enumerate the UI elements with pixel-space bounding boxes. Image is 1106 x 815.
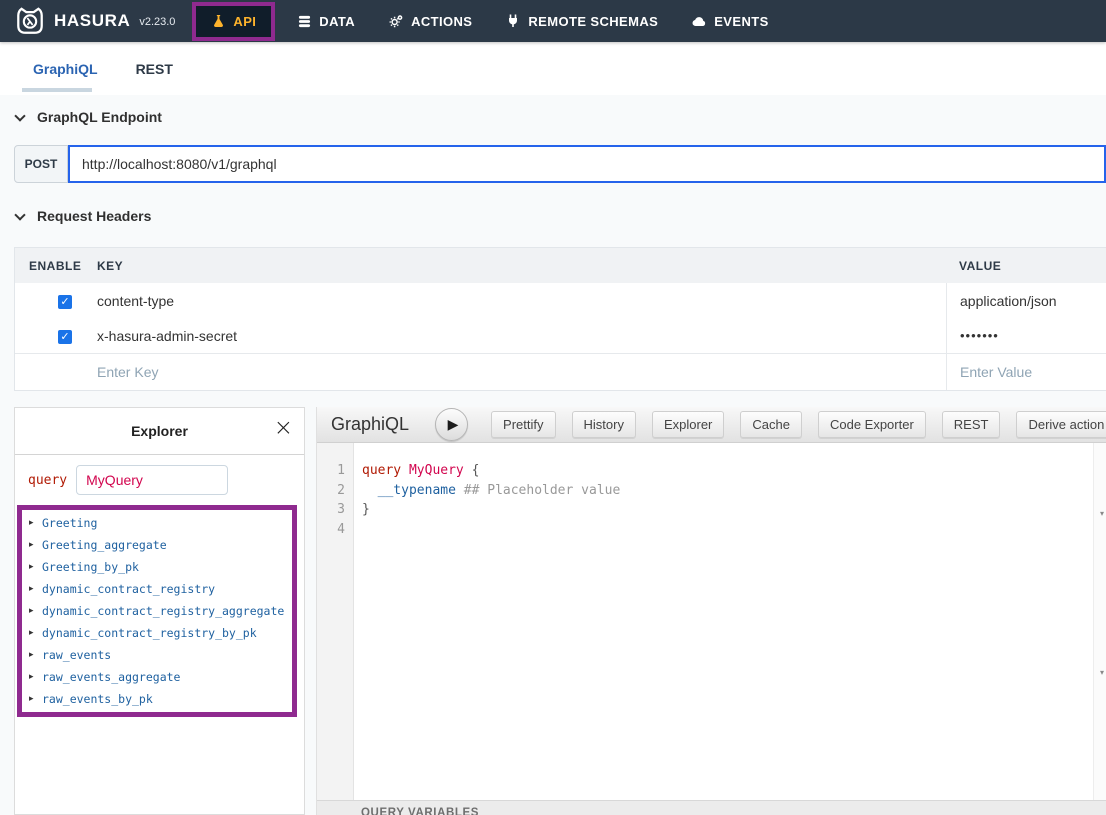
explorer-field-raw-events-by-pk[interactable]: ▸ raw_events_by_pk bbox=[22, 688, 292, 710]
endpoint-row: POST bbox=[14, 145, 1106, 183]
request-headers-section-header: Request Headers bbox=[16, 207, 1106, 225]
header-enabled-checkbox[interactable]: ✓ bbox=[58, 330, 72, 344]
explorer-field-raw-events-aggregate[interactable]: ▸ raw_events_aggregate bbox=[22, 666, 292, 688]
version-label: v2.23.0 bbox=[139, 16, 175, 28]
table-row: ✓ content-type application/json bbox=[15, 283, 1106, 318]
header-enabled-checkbox[interactable]: ✓ bbox=[58, 295, 72, 309]
triangle-right-icon: ▸ bbox=[29, 672, 42, 682]
explorer-field-dynamic-contract-registry-by-pk[interactable]: ▸ dynamic_contract_registry_by_pk bbox=[22, 622, 292, 644]
triangle-right-icon: ▸ bbox=[29, 606, 42, 616]
table-new-header-row bbox=[15, 353, 1106, 390]
explorer-field-greeting[interactable]: ▸ Greeting bbox=[22, 512, 292, 534]
top-navbar: HASURA v2.23.0 API DATA bbox=[0, 0, 1106, 42]
column-header-key: KEY bbox=[97, 259, 946, 273]
header-key-cell[interactable]: x-hasura-admin-secret bbox=[97, 328, 946, 344]
triangle-right-icon: ▸ bbox=[29, 628, 42, 638]
gears-icon bbox=[389, 14, 403, 28]
code-line-2: __typename ## Placeholder value bbox=[362, 481, 1093, 501]
derive-action-button[interactable]: Derive action bbox=[1016, 411, 1106, 438]
nav-item-data[interactable]: DATA bbox=[297, 14, 355, 29]
history-button[interactable]: History bbox=[572, 411, 636, 438]
play-icon: ▶ bbox=[448, 417, 459, 433]
graphiql-pane: GraphiQL ▶ Prettify History Explorer Cac… bbox=[316, 407, 1106, 815]
explorer-field-greeting-by-pk[interactable]: ▸ Greeting_by_pk bbox=[22, 556, 292, 578]
active-tab-underline bbox=[22, 88, 92, 92]
section-title: Request Headers bbox=[37, 208, 151, 224]
code-line-1: query MyQuery { bbox=[362, 461, 1093, 481]
prettify-button[interactable]: Prettify bbox=[491, 411, 555, 438]
cache-button[interactable]: Cache bbox=[740, 411, 802, 438]
cloud-icon bbox=[692, 14, 706, 28]
triangle-right-icon: ▸ bbox=[29, 540, 42, 550]
query-variables-bar[interactable]: QUERY VARIABLES bbox=[317, 800, 1106, 815]
column-header-value: VALUE bbox=[946, 248, 1106, 283]
api-subtabs: GraphiQL REST bbox=[0, 42, 1106, 95]
operation-name-input[interactable] bbox=[76, 465, 228, 495]
code-area[interactable]: query MyQuery { __typename ## Placeholde… bbox=[354, 443, 1093, 800]
header-key-cell[interactable]: content-type bbox=[97, 293, 946, 309]
chevron-down-icon[interactable] bbox=[14, 110, 25, 121]
graphql-endpoint-section-header: GraphQL Endpoint bbox=[16, 108, 1106, 126]
graphiql-explorer-panel: Explorer × query ▸ Greeting ▸ Greeting_a… bbox=[14, 407, 305, 815]
chevron-down-icon[interactable] bbox=[14, 209, 25, 220]
triangle-down-icon: ▾ bbox=[1100, 668, 1104, 677]
column-header-enable: ENABLE bbox=[15, 259, 97, 273]
header-value-cell[interactable]: application/json bbox=[946, 283, 1106, 318]
explorer-field-dynamic-contract-registry-aggregate[interactable]: ▸ dynamic_contract_registry_aggregate bbox=[22, 600, 292, 622]
graphiql-toolbar: GraphiQL ▶ Prettify History Explorer Cac… bbox=[317, 407, 1106, 443]
nav-items: API DATA bbox=[192, 2, 802, 41]
explorer-titlebar: Explorer × bbox=[15, 408, 304, 455]
code-exporter-button[interactable]: Code Exporter bbox=[818, 411, 926, 438]
section-title: GraphQL Endpoint bbox=[37, 109, 162, 125]
table-row: ✓ x-hasura-admin-secret ••••••• bbox=[15, 318, 1106, 353]
plug-icon bbox=[506, 14, 520, 28]
hasura-logo-icon[interactable] bbox=[15, 6, 45, 36]
triangle-right-icon: ▸ bbox=[29, 584, 42, 594]
operation-name-row: query bbox=[15, 455, 304, 505]
line-number-gutter: 1 2 3 4 bbox=[317, 443, 354, 800]
tab-graphiql[interactable]: GraphiQL bbox=[33, 61, 98, 77]
new-header-key-input[interactable] bbox=[97, 364, 904, 380]
triangle-right-icon: ▸ bbox=[29, 694, 42, 704]
triangle-right-icon: ▸ bbox=[29, 650, 42, 660]
flask-icon bbox=[211, 14, 225, 28]
rest-button[interactable]: REST bbox=[942, 411, 1001, 438]
explorer-title: Explorer bbox=[131, 423, 188, 439]
nav-item-label: ACTIONS bbox=[411, 14, 472, 29]
graphiql-logo-title: GraphiQL bbox=[331, 414, 409, 435]
explorer-toggle-button[interactable]: Explorer bbox=[652, 411, 724, 438]
explorer-field-dynamic-contract-registry[interactable]: ▸ dynamic_contract_registry bbox=[22, 578, 292, 600]
header-value-cell-masked[interactable]: ••••••• bbox=[946, 318, 1106, 353]
nav-item-remote-schemas[interactable]: REMOTE SCHEMAS bbox=[506, 14, 658, 29]
nav-item-label: DATA bbox=[319, 14, 355, 29]
response-pane-edge[interactable]: ▾ ▾ bbox=[1093, 443, 1106, 800]
nav-item-events[interactable]: EVENTS bbox=[692, 14, 768, 29]
explorer-field-greeting-aggregate[interactable]: ▸ Greeting_aggregate bbox=[22, 534, 292, 556]
tab-rest[interactable]: REST bbox=[136, 61, 173, 77]
operation-type-label: query bbox=[28, 473, 67, 488]
close-icon[interactable]: × bbox=[274, 417, 293, 440]
triangle-right-icon: ▸ bbox=[29, 518, 42, 528]
query-variables-label: QUERY VARIABLES bbox=[361, 807, 479, 815]
execute-query-button[interactable]: ▶ bbox=[435, 408, 468, 441]
http-method-badge: POST bbox=[14, 145, 68, 183]
database-icon bbox=[297, 14, 311, 28]
triangle-right-icon: ▸ bbox=[29, 562, 42, 572]
table-header-row: ENABLE KEY VALUE bbox=[15, 248, 1106, 283]
nav-item-label: REMOTE SCHEMAS bbox=[528, 14, 658, 29]
explorer-field-raw-events[interactable]: ▸ raw_events bbox=[22, 644, 292, 666]
triangle-down-icon: ▾ bbox=[1100, 509, 1104, 518]
annotation-highlight-box-fields: ▸ Greeting ▸ Greeting_aggregate ▸ Greeti… bbox=[17, 505, 297, 717]
request-headers-table: ENABLE KEY VALUE ✓ content-type applicat… bbox=[14, 247, 1106, 391]
brand-title: HASURA bbox=[54, 11, 130, 31]
query-editor[interactable]: 1 2 3 4 query MyQuery { __typename ## Pl… bbox=[317, 443, 1093, 800]
graphql-endpoint-input[interactable] bbox=[68, 145, 1106, 183]
nav-item-api[interactable]: API bbox=[196, 6, 271, 37]
new-header-value-input[interactable] bbox=[960, 364, 1099, 380]
nav-item-label: API bbox=[233, 14, 256, 29]
code-line-3: } bbox=[362, 500, 1093, 520]
nav-item-actions[interactable]: ACTIONS bbox=[389, 14, 472, 29]
annotation-highlight-box-api: API bbox=[192, 2, 275, 41]
nav-item-label: EVENTS bbox=[714, 14, 768, 29]
